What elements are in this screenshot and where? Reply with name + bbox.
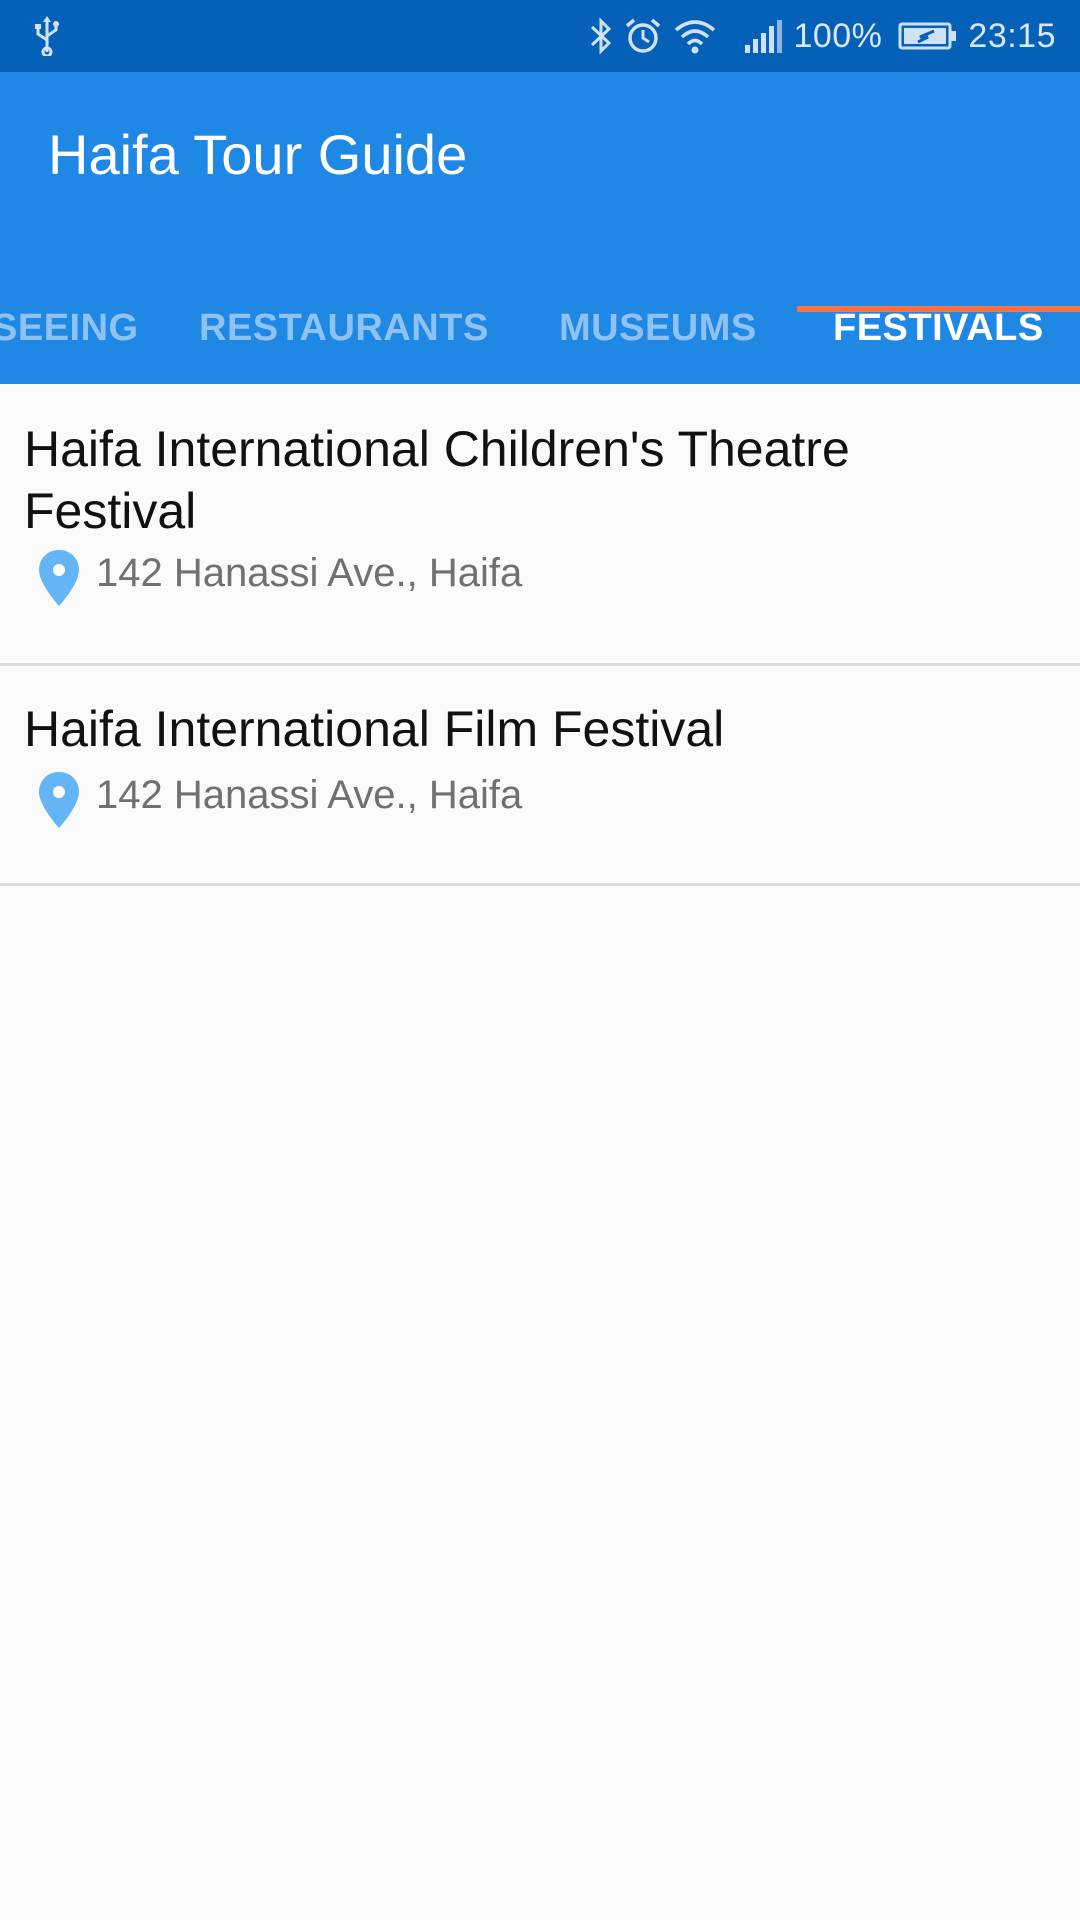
- list-item[interactable]: Haifa International Film Festival 142 Ha…: [0, 666, 1080, 886]
- battery-icon: [898, 22, 957, 50]
- tab-museums[interactable]: MUSEUMS: [559, 272, 757, 384]
- location-pin-icon: [39, 772, 79, 828]
- list-item[interactable]: Haifa International Children's Theatre F…: [0, 384, 1080, 666]
- festival-title: Haifa International Children's Theatre F…: [24, 421, 850, 539]
- app-bar: Haifa Tour Guide SEEING RESTAURANTS MUSE…: [0, 72, 1080, 384]
- status-bar: 100% 23:15: [0, 0, 1080, 72]
- tab-bar: SEEING RESTAURANTS MUSEUMS FESTIVALS: [0, 272, 1080, 384]
- usb-icon: [35, 16, 59, 56]
- active-tab-indicator: [797, 306, 1080, 312]
- festival-address: 142 Hanassi Ave., Haifa: [96, 551, 523, 595]
- festival-title: Haifa International Film Festival: [24, 701, 725, 757]
- tab-restaurants[interactable]: RESTAURANTS: [199, 272, 489, 384]
- wifi-icon: [675, 20, 716, 54]
- status-icons: 100% 23:15: [589, 0, 1056, 72]
- app-title: Haifa Tour Guide: [48, 123, 468, 186]
- tab-festivals[interactable]: FESTIVALS: [833, 272, 1044, 384]
- tab-sightseeing[interactable]: SEEING: [0, 272, 139, 384]
- festival-list: Haifa International Children's Theatre F…: [0, 384, 1080, 886]
- festival-address: 142 Hanassi Ave., Haifa: [96, 773, 523, 817]
- clock: 23:15: [968, 16, 1056, 55]
- screen: 100% 23:15 Haifa Tour Guide SEEING RESTA…: [0, 0, 1080, 1920]
- location-pin-icon: [39, 550, 79, 606]
- alarm-icon: [626, 18, 661, 53]
- bluetooth-icon: [591, 17, 612, 55]
- signal-icon: [745, 20, 783, 53]
- battery-percent: 100%: [793, 16, 883, 55]
